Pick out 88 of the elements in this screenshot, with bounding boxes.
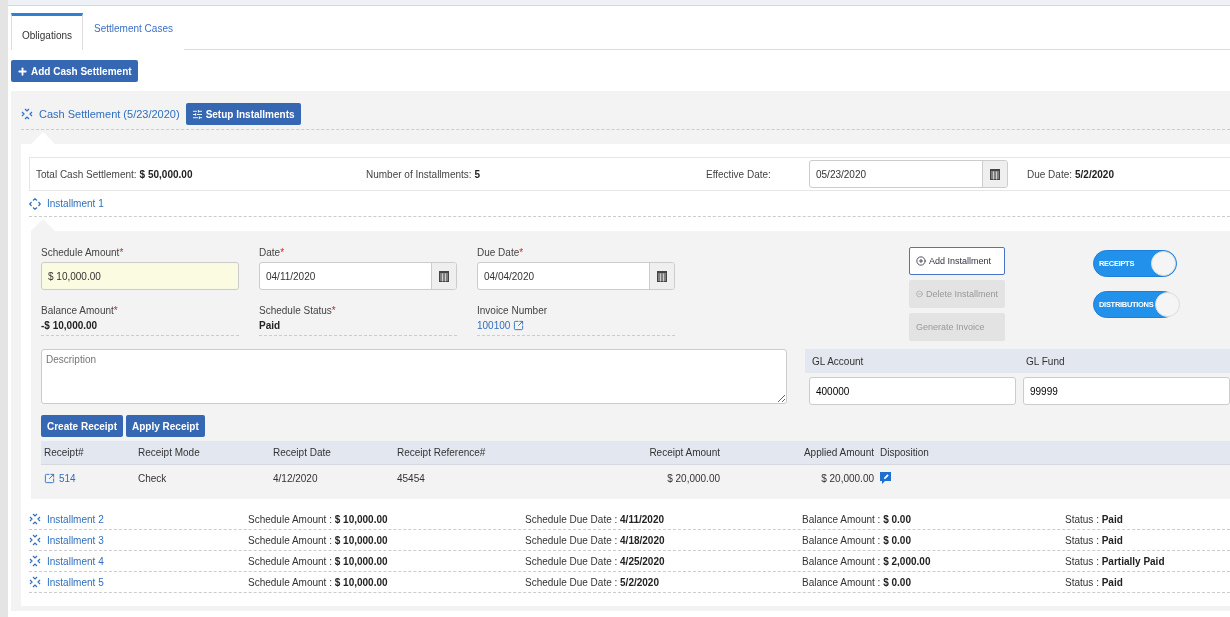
summary-value: $ 50,000.00 — [139, 168, 193, 180]
date-field[interactable]: 04/11/2020 — [260, 263, 431, 289]
calendar-icon — [990, 168, 1000, 180]
field-label: Due Date* — [477, 247, 525, 258]
installment-summary-text: Status : Paid — [1065, 513, 1124, 525]
gl-field[interactable]: 99999 — [1023, 377, 1230, 405]
collapse-icon[interactable] — [29, 534, 41, 546]
installment-summary-text: Balance Amount : $ 2,000.00 — [802, 555, 932, 567]
date-picker[interactable]: 04/04/2020 — [477, 262, 675, 290]
column-header: Receipt Amount — [648, 447, 721, 458]
column-header: Receipt Date — [272, 447, 332, 458]
tab[interactable]: Obligations — [11, 13, 84, 50]
edit-comment-icon[interactable] — [880, 472, 891, 484]
installment-title[interactable]: Installment 5 — [47, 576, 104, 588]
field-value: Paid — [259, 319, 281, 331]
installment-summary-text: Balance Amount : $ 0.00 — [802, 513, 912, 525]
field-label: Balance Amount* — [41, 304, 119, 316]
installment-title[interactable]: Installment 2 — [47, 513, 104, 525]
calendar-button[interactable] — [431, 263, 456, 289]
calendar-button[interactable] — [649, 263, 674, 289]
summary-label: Total Cash Settlement: — [36, 168, 137, 180]
installment-summary-text: Balance Amount : $ 0.00 — [802, 576, 912, 588]
invoice-link[interactable]: 100100 — [477, 319, 525, 331]
summary-value: 5 — [474, 168, 481, 180]
installment-summary-text: Schedule Due Date : 4/18/2020 — [525, 534, 666, 546]
field-label: Schedule Amount* — [41, 247, 125, 258]
installment-summary-text: Schedule Amount : $ 10,000.00 — [248, 576, 389, 588]
field-label: Date* — [259, 247, 286, 258]
settlement-title[interactable]: Cash Settlement (5/23/2020) — [39, 108, 180, 120]
column-header: Disposition — [879, 447, 930, 458]
gl-field[interactable]: 400000 — [809, 377, 1016, 405]
installment-summary-text: Schedule Amount : $ 10,000.00 — [248, 513, 389, 525]
receipt-link[interactable]: 514 — [41, 472, 135, 484]
schedule-amount-field[interactable]: $ 10,000.00 — [41, 262, 239, 290]
minus-circle-icon — [916, 289, 923, 299]
receipt-button[interactable]: Create Receipt — [41, 415, 124, 437]
installment-summary-text: Status : Paid — [1065, 576, 1124, 588]
installment-summary-text: Status : Partially Paid — [1065, 555, 1166, 567]
installment-title[interactable]: Installment 3 — [47, 534, 104, 546]
summary-label: Due Date: — [1027, 168, 1073, 180]
expand-icon[interactable] — [29, 197, 41, 210]
field-label: Invoice Number — [477, 304, 549, 316]
installment-title[interactable]: Installment 1 — [47, 198, 104, 209]
calendar-icon — [439, 270, 449, 282]
summary-value: 5/2/2020 — [1075, 168, 1114, 180]
sliders-icon — [191, 108, 203, 120]
column-header: GL Fund — [1025, 355, 1066, 367]
table-cell-text: $ 20,000.00 — [820, 472, 875, 484]
table-cell-text: 4/12/2020 — [272, 472, 319, 484]
date-picker[interactable]: 05/23/2020 — [809, 160, 1008, 188]
installment-title[interactable]: Installment 4 — [47, 555, 104, 567]
field-label: Schedule Status* — [259, 304, 337, 316]
installment-summary-text: Status : Paid — [1065, 534, 1124, 546]
collapse-icon[interactable] — [29, 576, 41, 588]
column-header: Applied Amount — [802, 447, 875, 458]
field-value: -$ 10,000.00 — [41, 319, 98, 331]
setup-installments-button[interactable]: Setup Installments — [185, 103, 301, 125]
column-header: GL Account — [811, 355, 865, 367]
action-button[interactable]: Add Installment — [909, 247, 1005, 275]
description-field[interactable]: Description — [41, 349, 787, 404]
external-link-icon — [513, 319, 525, 331]
calendar-icon — [657, 270, 667, 282]
installment-summary-text: Schedule Amount : $ 10,000.00 — [248, 555, 389, 567]
collapse-icon[interactable] — [21, 108, 33, 120]
date-picker[interactable]: 04/11/2020 — [259, 262, 457, 290]
installment-summary-text: Schedule Due Date : 4/11/2020 — [525, 513, 665, 525]
summary-label: Effective Date: — [706, 168, 772, 180]
column-header: Receipt# — [43, 447, 85, 458]
table-cell-text: $ 20,000.00 — [666, 472, 721, 484]
receipt-button[interactable]: Apply Receipt — [126, 415, 205, 437]
table-cell-text: Check — [137, 472, 168, 484]
column-header: Receipt Mode — [137, 447, 201, 458]
plus-circle-icon — [916, 256, 926, 266]
installment-summary-text: Schedule Due Date : 5/2/2020 — [525, 576, 660, 588]
installment-summary-text: Schedule Due Date : 4/25/2020 — [525, 555, 666, 567]
add-cash-settlement-button[interactable]: Add Cash Settlement — [11, 60, 138, 82]
column-header: Receipt Reference# — [396, 447, 487, 458]
external-link-icon — [44, 472, 55, 484]
plus-icon — [17, 65, 28, 77]
installment-summary-text: Balance Amount : $ 0.00 — [802, 534, 912, 546]
effective-date-field[interactable]: 05/23/2020 — [810, 161, 982, 187]
collapse-icon[interactable] — [29, 513, 41, 525]
calendar-button[interactable] — [982, 161, 1007, 187]
table-cell-text: 45454 — [396, 472, 426, 484]
installment-summary-text: Schedule Amount : $ 10,000.00 — [248, 534, 389, 546]
date-field[interactable]: 04/04/2020 — [478, 263, 649, 289]
summary-label: Number of Installments: — [366, 168, 472, 180]
collapse-icon[interactable] — [29, 555, 41, 567]
